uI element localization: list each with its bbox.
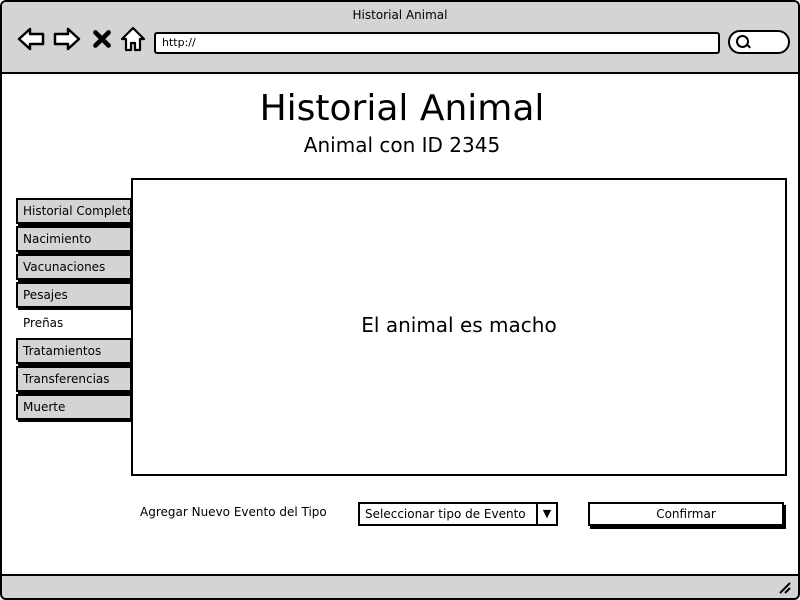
status-bar [2, 574, 798, 598]
tab-muerte[interactable]: Muerte [16, 394, 132, 420]
resize-grip-icon[interactable] [778, 582, 792, 594]
content-message: El animal es macho [361, 313, 557, 337]
page-title: Historial Animal [259, 88, 545, 129]
forward-arrow-icon[interactable] [52, 24, 82, 54]
tab-prenas[interactable]: Preñas [16, 310, 132, 336]
tab-content-panel: El animal es macho [131, 178, 787, 476]
tab-nacimiento[interactable]: Nacimiento [16, 226, 132, 252]
tab-pesajes[interactable]: Pesajes [16, 282, 132, 308]
tab-vacunaciones[interactable]: Vacunaciones [16, 254, 132, 280]
event-type-select-value: Seleccionar tipo de Evento [365, 507, 526, 521]
dropdown-arrow-icon[interactable]: ▼ [536, 504, 556, 524]
url-field[interactable]: http:// [154, 32, 720, 54]
window-title: Historial Animal [352, 8, 448, 22]
search-icon [736, 35, 749, 48]
close-icon[interactable] [88, 24, 116, 54]
browser-toolbar: Historial Animal http:// [2, 2, 798, 74]
home-icon[interactable] [118, 24, 148, 54]
back-arrow-icon[interactable] [16, 24, 46, 54]
page-subtitle: Animal con ID 2345 [303, 133, 501, 157]
browser-window: Historial Animal http:// Historial Anima… [0, 0, 800, 600]
tab-historial-completo[interactable]: Historial Completo [16, 198, 132, 224]
new-event-label: Agregar Nuevo Evento del Tipo [140, 505, 327, 519]
tab-transferencias[interactable]: Transferencias [16, 366, 132, 392]
event-type-select[interactable]: Seleccionar tipo de Evento ▼ [358, 502, 558, 526]
browser-search-field[interactable] [728, 30, 790, 54]
confirm-button[interactable]: Confirmar [588, 502, 784, 526]
tab-tratamientos[interactable]: Tratamientos [16, 338, 132, 364]
